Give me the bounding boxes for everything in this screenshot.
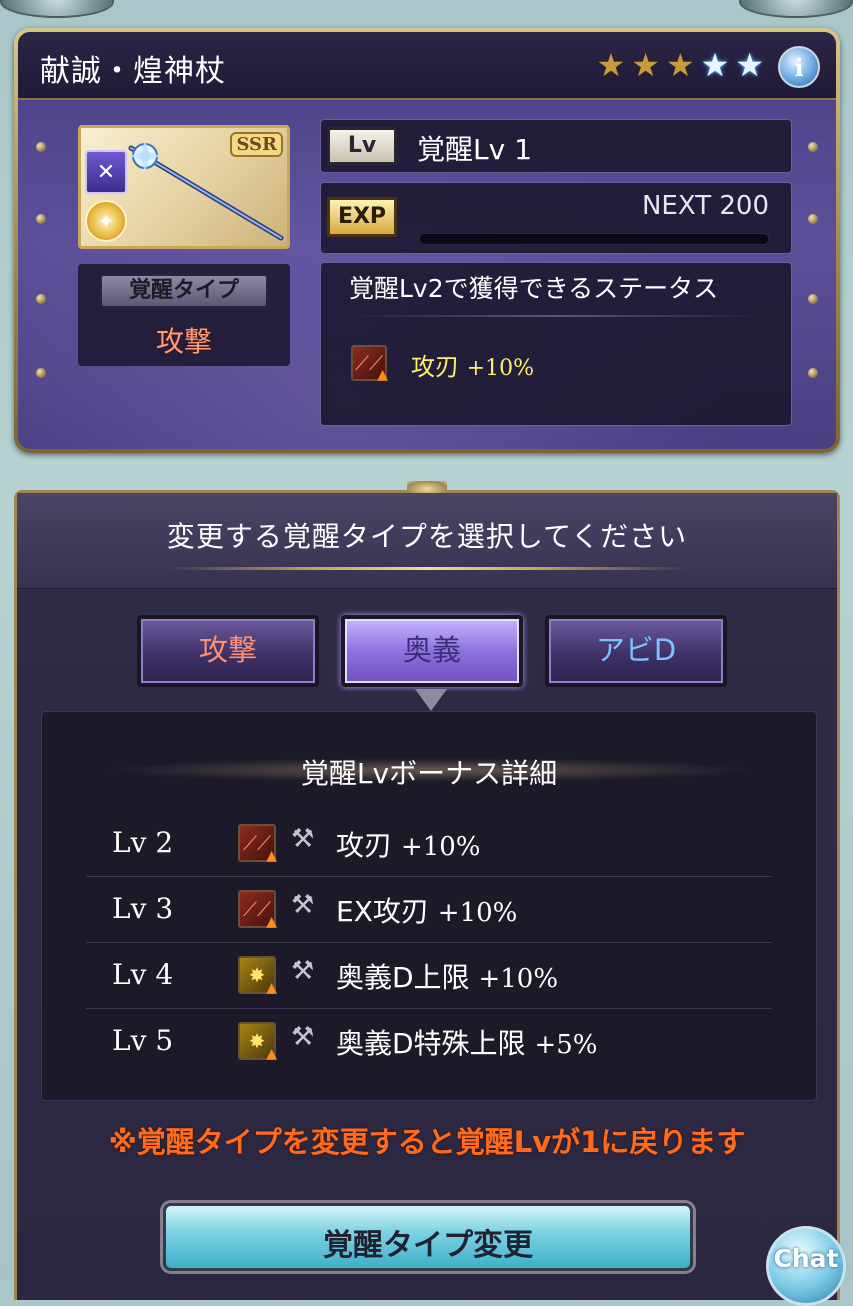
bonus-effect: 奥義D特殊上限 +5% — [336, 1022, 598, 1062]
change-button-label: 覚醒タイプ変更 — [323, 1228, 533, 1263]
hammer-icon: ⚒ — [291, 956, 315, 986]
rivet — [808, 214, 818, 224]
awaken-type-tabs: 攻撃 奥義 アビD — [137, 615, 727, 687]
bonus-level: Lv 3 — [112, 892, 174, 925]
bonus-effect: 攻刃 +10% — [336, 824, 481, 864]
rivet — [36, 214, 46, 224]
awaken-level-value: 覚醒Lv 1 — [417, 133, 532, 166]
bonus-level: Lv 5 — [112, 1024, 174, 1057]
bonus-level: Lv 2 — [112, 826, 174, 859]
hammer-icon: ⚒ — [291, 1022, 315, 1052]
next-status-effect: 攻刃 +10% — [411, 347, 534, 382]
awaken-type-value: 攻撃 — [155, 325, 212, 358]
tab-ougi[interactable]: 奥義 — [341, 615, 523, 687]
rivet — [36, 294, 46, 304]
warning-text: ※覚醒タイプを変更すると覚醒Lvが1に戻ります — [108, 1125, 746, 1159]
next-status-title: 覚醒Lv2で獲得できるステータス — [349, 274, 719, 303]
panel-header: 変更する覚醒タイプを選択してください — [17, 493, 837, 589]
star-icon-2: ★ — [631, 46, 660, 84]
next-status-effect-value: +10% — [466, 356, 534, 381]
star-icon-3: ★ — [665, 46, 695, 84]
tab-ability-damage[interactable]: アビD — [545, 615, 727, 687]
bonus-row: Lv 2 ⟋⟋ ▲ ⚒ 攻刃 +10% — [86, 810, 772, 877]
weapon-name-bar: 献誠・煌神杖 ★ ★ ★ ★ ★ i — [18, 32, 836, 100]
bonus-row: Lv 3 ⟋⟋ ▲ ⚒ EX攻刃 +10% — [86, 876, 772, 943]
selected-tab-pointer — [415, 689, 447, 711]
panel-title: 変更する覚醒タイプを選択してください — [166, 520, 688, 553]
info-icon[interactable]: i — [778, 46, 820, 88]
bonus-row: Lv 5 ✸ ▲ ⚒ 奥義D特殊上限 +5% — [86, 1008, 772, 1074]
rivet — [808, 142, 818, 152]
exp-tag: EXP — [327, 197, 397, 237]
rarity-stars: ★ ★ ★ ★ ★ — [597, 49, 764, 81]
ssr-badge: SSR — [230, 132, 283, 157]
next-status-effect-name: 攻刃 — [411, 353, 459, 381]
rivet — [808, 368, 818, 378]
hammer-icon: ⚒ — [291, 890, 315, 920]
bonus-effect-name: EX攻刃 — [336, 895, 429, 928]
sword-up-icon: ⟋⟋ ▲ — [238, 824, 277, 864]
weapon-image[interactable]: ✕ ✦ SSR — [78, 125, 290, 249]
status-divider — [351, 315, 761, 317]
ougi-up-icon: ✸ ▲ — [238, 956, 277, 996]
weapon-type-staff-icon: ✦ — [85, 200, 127, 242]
awaken-type-select-panel: 変更する覚醒タイプを選択してください 攻撃 奥義 アビD 覚醒Lvボーナス詳細 … — [14, 481, 840, 1300]
awaken-type-label: 覚醒タイプ — [100, 274, 268, 308]
title-ornament-line — [167, 567, 687, 570]
bonus-effect-name: 攻刃 — [336, 829, 393, 862]
rivet — [808, 294, 818, 304]
bonus-effect-value: +10% — [437, 898, 518, 928]
top-ornament-left — [0, 0, 114, 18]
bonus-effect: 奥義D上限 +10% — [336, 956, 558, 996]
top-ornament-right — [739, 0, 853, 18]
chat-button[interactable]: Chat — [766, 1226, 846, 1306]
star-icon-5: ★ — [735, 46, 764, 84]
sword-up-icon: ⟋⟋ ▲ — [351, 345, 388, 383]
bonus-detail-box: 覚醒Lvボーナス詳細 Lv 2 ⟋⟋ ▲ ⚒ 攻刃 +10% Lv 3 ⟋⟋ ▲ ⚒… — [41, 711, 817, 1101]
bonus-effect: EX攻刃 +10% — [336, 890, 517, 930]
element-light-icon: ✕ — [85, 150, 127, 194]
hammer-icon: ⚒ — [291, 824, 315, 854]
sword-up-icon: ⟋⟋ ▲ — [238, 890, 277, 930]
bonus-effect-value: +10% — [400, 832, 481, 862]
bonus-effect-name: 奥義D上限 — [336, 961, 470, 994]
next-status-box: 覚醒Lv2で獲得できるステータス ⟋⟋ ▲ 攻刃 +10% — [320, 262, 792, 426]
star-icon-1: ★ — [596, 46, 626, 84]
bonus-row: Lv 4 ✸ ▲ ⚒ 奥義D上限 +10% — [86, 942, 772, 1009]
bonus-effect-value: +5% — [534, 1030, 598, 1060]
rivet — [36, 368, 46, 378]
exp-next: NEXT 200 — [641, 191, 769, 221]
bonus-title: 覚醒Lvボーナス詳細 — [300, 757, 558, 790]
bonus-effect-value: +10% — [478, 964, 559, 994]
bonus-effect-name: 奥義D特殊上限 — [336, 1027, 526, 1060]
weapon-info-inner: 献誠・煌神杖 ★ ★ ★ ★ ★ i ✕ ✦ SSR 覚醒タイプ 攻撃 Lv 覚… — [18, 32, 836, 449]
current-awaken-type: 覚醒タイプ 攻撃 — [78, 264, 290, 366]
ougi-up-icon: ✸ ▲ — [238, 1022, 277, 1062]
star-icon-4: ★ — [700, 46, 730, 84]
exp-box: EXP NEXT 200 — [320, 182, 792, 254]
weapon-name: 献誠・煌神杖 — [40, 54, 226, 89]
bonus-level: Lv 4 — [112, 958, 174, 991]
rivet — [36, 142, 46, 152]
awaken-level-box: Lv 覚醒Lv 1 — [320, 119, 792, 173]
exp-progress-bar — [419, 233, 769, 245]
weapon-info-panel: 献誠・煌神杖 ★ ★ ★ ★ ★ i ✕ ✦ SSR 覚醒タイプ 攻撃 Lv 覚… — [14, 28, 840, 453]
change-awaken-type-button[interactable]: 覚醒タイプ変更 — [163, 1203, 693, 1271]
tab-attack[interactable]: 攻撃 — [137, 615, 319, 687]
level-tag: Lv — [327, 127, 397, 165]
